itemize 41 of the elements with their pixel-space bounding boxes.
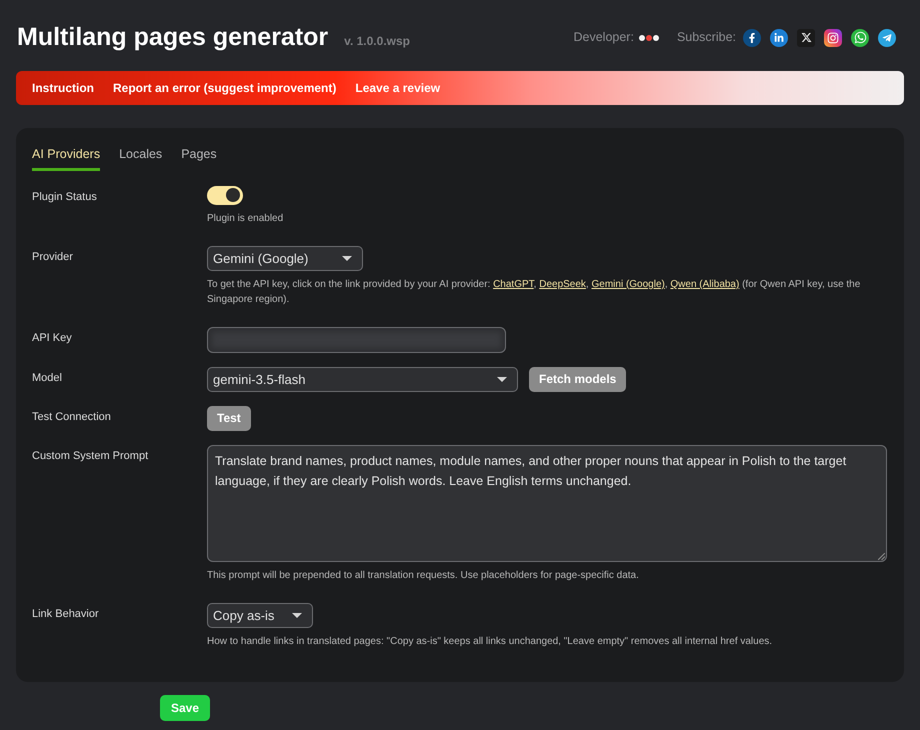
provider-link[interactable]: Qwen (Alibaba)	[670, 278, 740, 290]
setting-label: Link Behavior	[32, 606, 100, 621]
provider-link[interactable]: DeepSeek	[539, 278, 586, 290]
provider-link[interactable]: Gemini (Google)	[591, 278, 665, 290]
setting-label: Test Connection	[32, 410, 112, 424]
paper-plane-icon[interactable]	[878, 28, 896, 46]
setting-label: Plugin Status	[32, 190, 98, 204]
help-text: This prompt will be prepended to all translation requests. Use placeholders for page-specific data.	[207, 568, 640, 583]
developer-label: Developer:	[573, 29, 634, 46]
resize-grip-icon[interactable]	[878, 552, 885, 560]
caret-icon	[292, 612, 302, 618]
help-text: To get the API key, click on the link provided by your AI provider: ChatGPT, DeepSeek, Gemini (Google), Qwen (Alibaba) (for Qwen API key, use the Singapore region).	[207, 278, 862, 307]
camera-icon[interactable]	[824, 28, 842, 46]
three-dots-logo-icon[interactable]	[638, 34, 659, 40]
tab[interactable]: Locales	[119, 145, 162, 171]
letter-f-icon[interactable]	[743, 28, 761, 46]
help-text: Plugin is enabled	[207, 212, 284, 226]
caret-icon	[342, 256, 352, 261]
setting-label: Model	[32, 370, 63, 385]
in-letters-icon[interactable]	[770, 28, 788, 46]
setting-label: Provider	[32, 250, 74, 264]
phone-bubble-icon[interactable]	[851, 28, 869, 46]
nav-link[interactable]: Report an error (suggest improvement)	[113, 79, 336, 97]
api-key-field[interactable]	[207, 326, 506, 353]
subscribe-label: Subscribe:	[676, 29, 736, 46]
app-title: Multilang pages generator	[17, 22, 328, 53]
dropdown-select[interactable]: Gemini (Google)	[207, 246, 363, 271]
x-letter-icon[interactable]	[797, 28, 815, 46]
tab[interactable]: Pages	[181, 145, 217, 171]
version-text: v. 1.0.0.wsp	[344, 32, 410, 50]
prompt-textarea[interactable]: Translate brand names, product names, module names, and other proper nouns that appear in Polish to the target language, if they are clearly Polish words. Leave English terms unchanged.	[207, 444, 887, 562]
toggle-switch[interactable]	[207, 186, 243, 205]
caret-icon	[497, 376, 507, 382]
provider-link[interactable]: ChatGPT	[493, 278, 534, 290]
nav-link[interactable]: Instruction	[32, 79, 94, 97]
tab[interactable]: AI Providers	[32, 145, 100, 171]
dropdown-select[interactable]: Copy as-is	[207, 602, 313, 628]
setting-label: API Key	[32, 330, 73, 345]
help-text: How to handle links in translated pages: "Copy as-is" keeps all links unchanged, "Leave empty" removes all internal href values.	[207, 634, 774, 649]
dropdown-select[interactable]: gemini-3.5-flash	[207, 366, 518, 392]
setting-label: Custom System Prompt	[32, 448, 150, 463]
